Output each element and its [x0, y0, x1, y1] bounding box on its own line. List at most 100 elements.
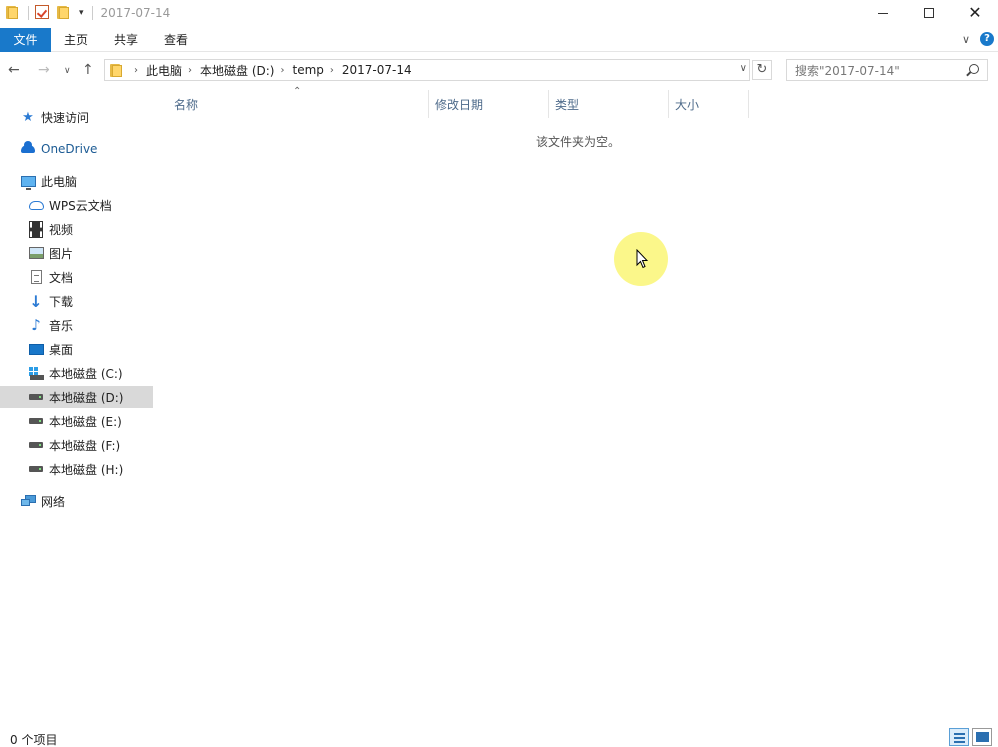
maximize-button[interactable]: [906, 0, 952, 26]
search-placeholder: 搜索"2017-07-14": [795, 63, 900, 78]
navigation-pane: ★ 快速访问 OneDrive 此电脑 WPS云文档 视频 图片 文档 ↓ 下载…: [0, 104, 153, 724]
navigation-bar: ← → ∨ ↑ › 此电脑 › 本地磁盘 (D:) › temp › 2017-…: [0, 58, 998, 84]
sidebar-item-label: 本地磁盘 (F:): [49, 438, 121, 453]
sidebar-item-videos[interactable]: 视频: [28, 218, 73, 240]
tab-share[interactable]: 共享: [101, 28, 151, 52]
sidebar-item-label: 文档: [49, 270, 74, 285]
sidebar-item-network[interactable]: 网络: [20, 490, 65, 512]
address-bar[interactable]: › 此电脑 › 本地磁盘 (D:) › temp › 2017-07-14 ∨: [104, 59, 750, 81]
view-switcher: [949, 728, 992, 746]
sidebar-item-downloads[interactable]: ↓ 下载: [28, 290, 73, 312]
download-icon: ↓: [29, 291, 43, 311]
search-icon[interactable]: [969, 64, 979, 74]
video-icon: [28, 220, 44, 238]
sidebar-item-label: 音乐: [49, 318, 74, 333]
network-icon: [20, 493, 36, 509]
large-icons-view-button[interactable]: [972, 728, 992, 746]
drive-icon: [28, 461, 44, 477]
drive-icon: [28, 437, 44, 453]
refresh-button[interactable]: ↻: [752, 60, 772, 80]
empty-folder-message: 该文件夹为空。: [536, 135, 621, 149]
breadcrumb-chevron-icon[interactable]: ›: [280, 65, 284, 76]
details-view-button[interactable]: [949, 728, 969, 746]
properties-icon[interactable]: [35, 5, 51, 21]
help-icon[interactable]: ?: [980, 32, 994, 46]
sidebar-item-music[interactable]: ♪ 音乐: [28, 314, 73, 336]
new-folder-icon[interactable]: [57, 5, 73, 21]
sidebar-item-drive-f[interactable]: 本地磁盘 (F:): [28, 434, 120, 456]
expand-ribbon-icon[interactable]: ∨: [962, 33, 970, 46]
back-arrow-icon[interactable]: ←: [8, 62, 20, 78]
customize-toolbar-dropdown-icon[interactable]: ▾: [79, 8, 84, 18]
sidebar-item-desktop[interactable]: 桌面: [28, 338, 73, 360]
breadcrumb-chevron-icon[interactable]: ›: [188, 65, 192, 76]
title-bar: ▾ 2017-07-14 ✕: [0, 0, 998, 26]
sidebar-item-label: 桌面: [49, 342, 74, 357]
quick-access-toolbar: ▾ 2017-07-14: [0, 0, 170, 26]
drive-icon: [28, 413, 44, 429]
column-header-size[interactable]: 大小: [675, 90, 699, 118]
sidebar-item-drive-d[interactable]: 本地磁盘 (D:): [0, 386, 153, 408]
close-icon: ✕: [968, 3, 982, 22]
sidebar-item-label: 本地磁盘 (D:): [49, 390, 124, 405]
picture-icon: [28, 245, 44, 261]
column-divider[interactable]: [748, 90, 749, 118]
sidebar-item-label: 快速访问: [41, 110, 90, 125]
sidebar-item-this-pc[interactable]: 此电脑: [20, 170, 77, 192]
sidebar-item-drive-c[interactable]: 本地磁盘 (C:): [28, 362, 123, 384]
forward-arrow-icon[interactable]: →: [38, 62, 50, 78]
up-arrow-icon[interactable]: ↑: [82, 62, 94, 78]
star-icon: ★: [22, 109, 34, 125]
sidebar-item-pictures[interactable]: 图片: [28, 242, 73, 264]
column-header-name[interactable]: 名称: [174, 90, 198, 118]
address-dropdown-icon[interactable]: ∨: [740, 63, 747, 74]
column-divider[interactable]: [428, 90, 429, 118]
ribbon-right-controls: ∨ ?: [962, 32, 994, 46]
minimize-button[interactable]: [860, 0, 906, 26]
column-divider[interactable]: [548, 90, 549, 118]
folder-icon[interactable]: [6, 5, 22, 21]
drive-icon: [28, 389, 44, 405]
sidebar-item-label: 本地磁盘 (E:): [49, 414, 122, 429]
windows-drive-icon: [28, 365, 44, 381]
recent-locations-chevron-icon[interactable]: ∨: [64, 66, 71, 76]
wps-cloud-icon: [28, 197, 44, 213]
search-input[interactable]: 搜索"2017-07-14": [786, 59, 988, 81]
close-button[interactable]: ✕: [952, 0, 998, 26]
sidebar-item-onedrive[interactable]: OneDrive: [20, 138, 97, 160]
maximize-icon: [924, 8, 934, 18]
breadcrumb-drive-d[interactable]: 本地磁盘 (D:): [200, 62, 274, 79]
sidebar-item-label: 此电脑: [41, 174, 78, 189]
breadcrumb-chevron-icon[interactable]: ›: [330, 65, 334, 76]
breadcrumb-chevron-icon[interactable]: ›: [134, 65, 138, 76]
column-header-date-modified[interactable]: 修改日期: [435, 90, 483, 118]
folder-icon: [110, 63, 124, 77]
toolbar-divider: [91, 6, 93, 20]
breadcrumb-this-pc[interactable]: 此电脑: [146, 62, 182, 79]
column-header-type[interactable]: 类型: [555, 90, 579, 118]
status-item-count: 0 个项目: [10, 733, 58, 747]
sidebar-item-label: OneDrive: [41, 142, 98, 156]
sidebar-item-documents[interactable]: 文档: [28, 266, 73, 288]
sidebar-item-quick-access[interactable]: ★ 快速访问: [20, 106, 89, 128]
sidebar-item-label: 图片: [49, 246, 74, 261]
tab-file[interactable]: 文件: [0, 27, 51, 52]
document-icon: [28, 269, 44, 285]
sidebar-item-drive-e[interactable]: 本地磁盘 (E:): [28, 410, 122, 432]
sidebar-item-label: 本地磁盘 (H:): [49, 462, 124, 477]
sidebar-item-label: 本地磁盘 (C:): [49, 366, 123, 381]
sidebar-item-label: 下载: [49, 294, 74, 309]
sidebar-item-label: WPS云文档: [49, 198, 112, 213]
sidebar-item-label: 网络: [41, 494, 66, 509]
breadcrumb-current-folder[interactable]: 2017-07-14: [342, 63, 412, 77]
minimize-icon: [878, 12, 888, 14]
tab-view[interactable]: 查看: [151, 28, 201, 52]
tab-home[interactable]: 主页: [51, 28, 101, 52]
onedrive-icon: [20, 141, 36, 157]
column-divider[interactable]: [668, 90, 669, 118]
desktop-icon: [28, 341, 44, 357]
breadcrumb-temp[interactable]: temp: [292, 63, 323, 77]
refresh-icon: ↻: [756, 62, 768, 77]
sidebar-item-drive-h[interactable]: 本地磁盘 (H:): [28, 458, 123, 480]
sidebar-item-wps-cloud[interactable]: WPS云文档: [28, 194, 112, 216]
